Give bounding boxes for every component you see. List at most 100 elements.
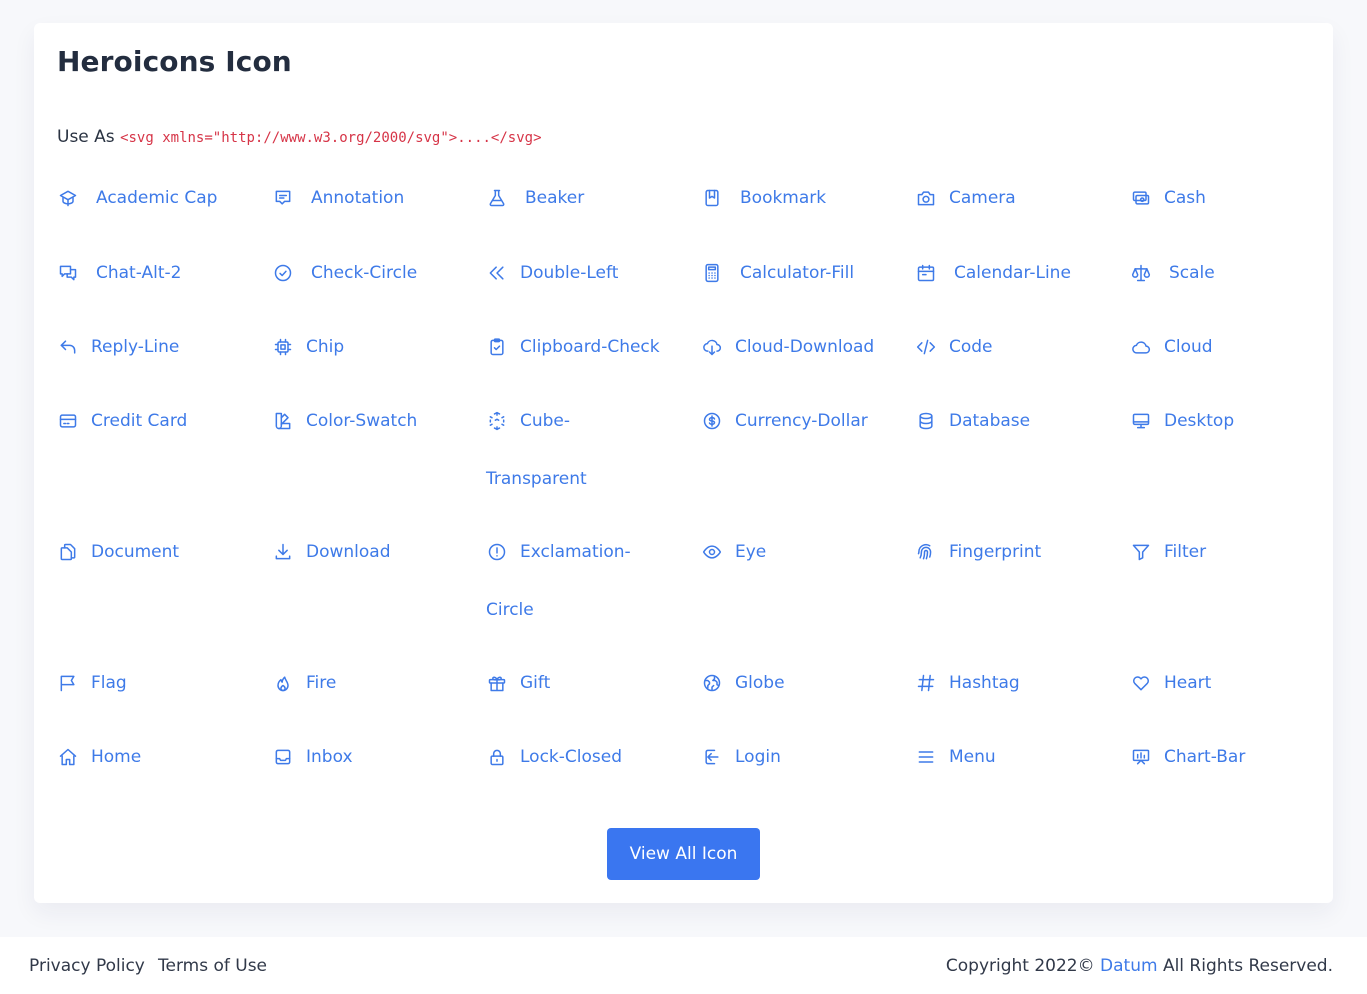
icon-item-globe[interactable]: Globe [702,673,785,693]
currency-dollar-icon [703,412,721,430]
fingerprint-icon [917,543,932,560]
icon-label: Eye [735,542,767,562]
icon-item-academic-cap[interactable]: Academic Cap [58,188,217,208]
icon-item-filter[interactable]: Filter [1131,542,1206,562]
reply-icon [60,340,76,354]
icon-label: Inbox [306,747,353,767]
icon-label-line2[interactable]: Transparent [486,469,587,489]
icon-item-double-left[interactable]: Double-Left [487,263,618,283]
icon-item-calendar-line[interactable]: Calendar-Line [916,263,1071,283]
icon-item-cloud-download[interactable]: Cloud-Download [702,337,874,357]
clipboard-check-icon [490,338,504,356]
icon-item-beaker[interactable]: Beaker [487,188,584,208]
icon-item-exclamation-circle[interactable]: Exclamation- [487,542,631,562]
academic-cap-icon [59,190,77,207]
icon-label-line2[interactable]: Circle [486,600,534,620]
icon-label: Chip [306,337,345,357]
icon-item-gift[interactable]: Gift [487,673,550,693]
icon-item-code[interactable]: Code [916,337,993,357]
icon-label: Scale [1169,263,1215,283]
icon-label: Heart [1164,673,1212,693]
color-swatch-icon [275,412,291,430]
icon-label: Login [735,747,781,767]
copyright-prefix: Copyright 2022© [945,956,1095,976]
icon-item-hashtag[interactable]: Hashtag [916,673,1020,693]
hashtag-icon [917,674,935,692]
icon-item-scale[interactable]: Scale [1131,263,1215,283]
gift-icon [488,676,506,692]
beaker-icon [489,189,505,207]
icon-label: Globe [735,673,785,693]
icon-item-database[interactable]: Database [916,411,1030,431]
icon-item-login[interactable]: Login [702,747,781,767]
icon-label: Database [949,411,1031,431]
icon-label: Exclamation- [520,542,631,562]
desktop-icon [1132,413,1150,429]
icon-label: Calculator-Fill [740,263,855,283]
privacy-policy-link[interactable]: Privacy Policy [29,956,145,976]
icon-item-chart-bar[interactable]: Chart-Bar [1131,747,1245,767]
icon-item-annotation[interactable]: Annotation [273,188,404,208]
icon-label: Code [949,337,993,357]
terms-of-use-link[interactable]: Terms of Use [158,956,267,976]
icon-item-inbox[interactable]: Inbox [273,747,353,767]
icon-item-fire[interactable]: Fire [273,673,336,693]
code-icon [916,339,936,355]
icon-label: Fire [306,673,337,693]
download-icon [275,543,291,560]
icon-item-desktop[interactable]: Desktop [1131,411,1234,431]
icon-item-flag[interactable]: Flag [58,673,127,693]
icon-label: Document [91,542,180,562]
icon-item-check-circle[interactable]: Check-Circle [273,263,417,283]
cloud-icon [1132,341,1150,354]
icon-item-lock-closed[interactable]: Lock-Closed [487,747,622,767]
exclamation-circle-icon [488,543,506,561]
icon-item-reply-line[interactable]: Reply-Line [58,337,179,357]
chart-bar-icon [1132,749,1150,765]
filter-icon [1132,544,1150,561]
copyright-suffix: All Rights Reserved. [1162,956,1333,976]
icon-item-home[interactable]: Home [58,747,141,767]
icon-item-clipboard-check[interactable]: Clipboard-Check [487,337,660,357]
icon-item-eye[interactable]: Eye [702,542,766,562]
icon-label: Check-Circle [311,263,418,283]
home-icon [59,748,77,766]
icon-label: Cloud [1164,337,1213,357]
icon-item-menu[interactable]: Menu [916,747,996,767]
icon-label: Chart-Bar [1164,747,1246,767]
calculator-icon [705,263,719,283]
view-all-icon-button[interactable]: View All Icon [607,828,760,880]
icon-item-download[interactable]: Download [273,542,391,562]
icon-item-chat-alt-2[interactable]: Chat-Alt-2 [58,263,181,283]
copyright: Copyright 2022© Datum All Rights Reserve… [946,956,1333,976]
globe-icon [703,674,721,692]
fire-icon [277,676,289,692]
icon-label: Cash [1164,188,1206,208]
icon-item-calculator-fill[interactable]: Calculator-Fill [702,263,854,283]
icon-label: Lock-Closed [520,747,622,767]
icon-label: Color-Swatch [306,411,418,431]
icon-item-document[interactable]: Document [58,542,179,562]
icon-item-cloud[interactable]: Cloud [1131,337,1213,357]
use-as-code: <svg xmlns="http://www.w3.org/2000/svg">… [120,130,542,146]
icon-item-currency-dollar[interactable]: Currency-Dollar [702,411,868,431]
menu-icon [918,751,934,763]
icon-item-fingerprint[interactable]: Fingerprint [916,542,1041,562]
icon-label: Cloud-Download [735,337,875,357]
icon-item-color-swatch[interactable]: Color-Swatch [273,411,417,431]
icon-label: Hashtag [949,673,1020,693]
lock-closed-icon [490,749,504,766]
icon-item-heart[interactable]: Heart [1131,673,1211,693]
flag-icon [60,675,75,692]
icon-item-cash[interactable]: Cash [1131,188,1206,208]
icon-item-chip[interactable]: Chip [273,337,344,357]
use-as-label: Use As [57,127,115,147]
icon-item-bookmark[interactable]: Bookmark [702,188,826,208]
brand-link[interactable]: Datum [1100,956,1158,976]
icon-label: Home [91,747,142,767]
icon-item-camera[interactable]: Camera [916,188,1016,208]
icon-label: Double-Left [520,263,619,283]
card-title: Heroicons Icon [57,45,292,78]
icon-item-cube-transparent[interactable]: Cube- [487,411,570,431]
icon-item-credit-card[interactable]: Credit Card [58,411,187,431]
